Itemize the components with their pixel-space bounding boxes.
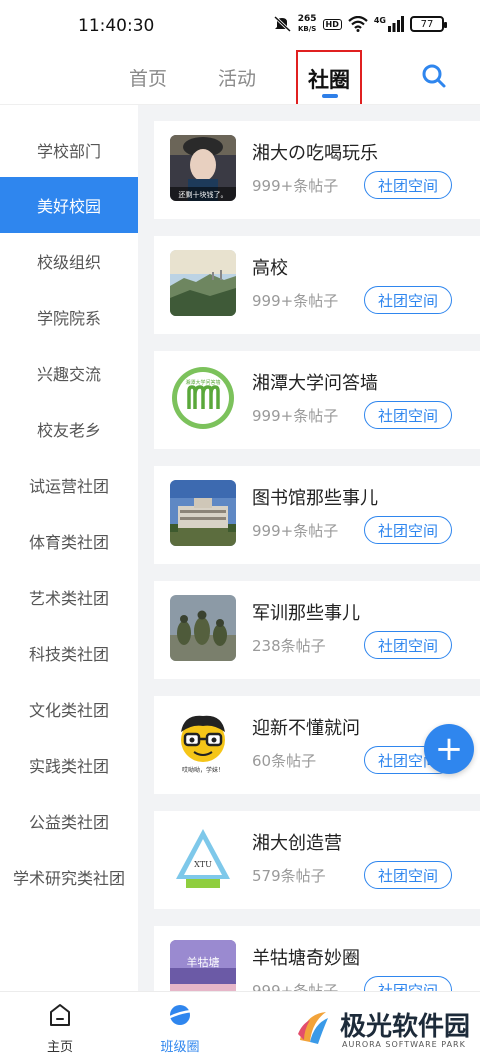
sidebar-item-alumni[interactable]: 校友老乡: [0, 401, 138, 457]
circle-thumbnail: [170, 595, 236, 661]
circle-title: 迎新不懂就问: [252, 718, 360, 739]
thumb-caption: 哎呦呦，学妹！: [182, 766, 224, 774]
post-count: 579条帖子: [252, 867, 326, 885]
circle-title: 羊牯塘奇妙圈: [252, 948, 360, 969]
sidebar-item-interests[interactable]: 兴趣交流: [0, 345, 138, 401]
circle-card[interactable]: 羊牯塘 羊牯塘奇妙圈 999+条帖子 社团空间: [154, 926, 480, 991]
watermark-subtitle: AURORA SOFTWARE PARK: [342, 1040, 466, 1049]
qa-wall-logo: 湘潭大学问答墙: [170, 365, 236, 431]
circle-card[interactable]: XTU 湘大创造营 579条帖子 社团空间: [154, 811, 480, 909]
club-space-button[interactable]: 社团空间: [364, 861, 452, 889]
circle-card[interactable]: 湘潭大学问答墙 湘潭大学问答墙 999+条帖子 社团空间: [154, 351, 480, 449]
club-space-button[interactable]: 社团空间: [364, 401, 452, 429]
battery-level: 77: [420, 18, 434, 30]
circle-thumbnail: 湘潭大学问答墙: [170, 365, 236, 431]
sidebar-item-trial-clubs[interactable]: 试运营社团: [0, 457, 138, 513]
library-image: [170, 480, 236, 546]
circle-card[interactable]: 高校 999+条帖子 社团空间: [154, 236, 480, 334]
speed-unit: KB/S: [297, 25, 317, 33]
circle-list: 还剩十块钱了。 湘大の吃喝玩乐 999+条帖子 社团空间 高校 999+条帖子 …: [138, 105, 480, 991]
circle-thumbnail: 哎呦呦，学妹！: [170, 710, 236, 776]
sidebar-item-departments[interactable]: 学校部门: [0, 122, 138, 178]
mute-icon: [273, 16, 291, 32]
thumb-caption: 湘潭大学问答墙: [185, 379, 220, 386]
military-training-image: [170, 595, 236, 661]
club-space-button[interactable]: 社团空间: [364, 516, 452, 544]
sky-image: 羊牯塘: [170, 940, 236, 991]
thumb-caption: 羊牯塘: [187, 955, 220, 969]
post-count: 60条帖子: [252, 752, 317, 770]
hd-badge: HD: [322, 18, 342, 30]
circle-thumbnail: 羊牯塘: [170, 940, 236, 991]
sidebar-item-colleges[interactable]: 学院院系: [0, 289, 138, 345]
sidebar-item-tech-clubs[interactable]: 科技类社团: [0, 625, 138, 681]
nerd-emoji-image: 哎呦呦，学妹！: [170, 710, 236, 776]
top-tab-bar: 首页 活动 社圈: [0, 50, 480, 108]
circle-title: 湘大の吃喝玩乐: [252, 143, 378, 164]
wifi-icon: [348, 16, 368, 32]
watermark-title: 极光软件园: [340, 1012, 471, 1042]
circle-title: 高校: [252, 258, 288, 279]
sidebar-item-art-clubs[interactable]: 艺术类社团: [0, 569, 138, 625]
post-count: 999+条帖子: [252, 522, 339, 540]
status-icons: 265 KB/S HD 4G 77: [273, 14, 447, 34]
battery-icon: 77: [410, 16, 447, 32]
post-count: 999+条帖子: [252, 292, 339, 310]
circle-thumbnail: 还剩十块钱了。: [170, 135, 236, 201]
nav-class-circle[interactable]: 班级圈: [150, 1002, 210, 1055]
sidebar-item-practice-clubs[interactable]: 实践类社团: [0, 737, 138, 793]
nav-home[interactable]: 主页: [30, 1002, 90, 1055]
status-time: 11:40:30: [78, 16, 155, 36]
post-count: 999+条帖子: [252, 407, 339, 425]
landscape-image: [170, 250, 236, 316]
search-icon[interactable]: [420, 62, 448, 90]
xtu-logo: XTU: [170, 825, 236, 891]
circle-title: 图书馆那些事儿: [252, 488, 378, 509]
nav-home-label: 主页: [46, 1040, 73, 1055]
signal-icon: [388, 16, 404, 32]
status-bar: 11:40:30 265 KB/S HD 4G 77: [0, 0, 480, 54]
sidebar-item-academic-clubs[interactable]: 学术研究类社团: [0, 849, 138, 905]
circle-title: 湘大创造营: [252, 833, 342, 854]
planet-icon: [167, 1005, 193, 1025]
sidebar-item-campus[interactable]: 美好校园: [0, 177, 138, 233]
watermark: 极光软件园 AURORA SOFTWARE PARK: [290, 1000, 480, 1056]
tab-circle[interactable]: 社圈: [296, 50, 362, 108]
circle-thumbnail: [170, 480, 236, 546]
circle-title: 军训那些事儿: [252, 603, 360, 624]
tab-activity[interactable]: 活动: [218, 64, 256, 91]
plus-icon: +: [434, 729, 464, 769]
post-count: 999+条帖子: [252, 982, 339, 991]
circle-thumbnail: [170, 250, 236, 316]
thumb-caption: XTU: [194, 860, 212, 869]
sidebar-item-charity-clubs[interactable]: 公益类社团: [0, 793, 138, 849]
home-icon: [50, 1004, 70, 1026]
add-post-button[interactable]: +: [424, 724, 474, 774]
club-space-button[interactable]: 社团空间: [364, 631, 452, 659]
sidebar-item-school-orgs[interactable]: 校级组织: [0, 233, 138, 289]
category-sidebar: 学校部门 美好校园 校级组织 学院院系 兴趣交流 校友老乡 试运营社团 体育类社…: [0, 120, 138, 990]
club-space-button[interactable]: 社团空间: [364, 171, 452, 199]
aurora-logo-icon: [292, 1006, 334, 1048]
tab-home[interactable]: 首页: [129, 64, 167, 91]
active-tab-indicator: [322, 94, 338, 98]
portrait-image: 还剩十块钱了。: [170, 135, 236, 201]
circle-card[interactable]: 还剩十块钱了。 湘大の吃喝玩乐 999+条帖子 社团空间: [154, 121, 480, 219]
club-space-button[interactable]: 社团空间: [364, 976, 452, 991]
network-type: 4G: [373, 15, 386, 25]
circle-thumbnail: XTU: [170, 825, 236, 891]
post-count: 238条帖子: [252, 637, 326, 655]
sidebar-item-culture-clubs[interactable]: 文化类社团: [0, 681, 138, 737]
tab-circle-label: 社圈: [308, 68, 350, 92]
speed-value: 265: [297, 14, 317, 24]
circle-title: 湘潭大学问答墙: [252, 373, 378, 394]
circle-card[interactable]: 图书馆那些事儿 999+条帖子 社团空间: [154, 466, 480, 564]
thumb-caption: 还剩十块钱了。: [179, 190, 228, 199]
club-space-button[interactable]: 社团空间: [364, 286, 452, 314]
post-count: 999+条帖子: [252, 177, 339, 195]
nav-class-circle-label: 班级圈: [160, 1040, 200, 1055]
circle-card[interactable]: 军训那些事儿 238条帖子 社团空间: [154, 581, 480, 679]
network-speed: 265 KB/S: [298, 14, 317, 34]
sidebar-item-sports-clubs[interactable]: 体育类社团: [0, 513, 138, 569]
